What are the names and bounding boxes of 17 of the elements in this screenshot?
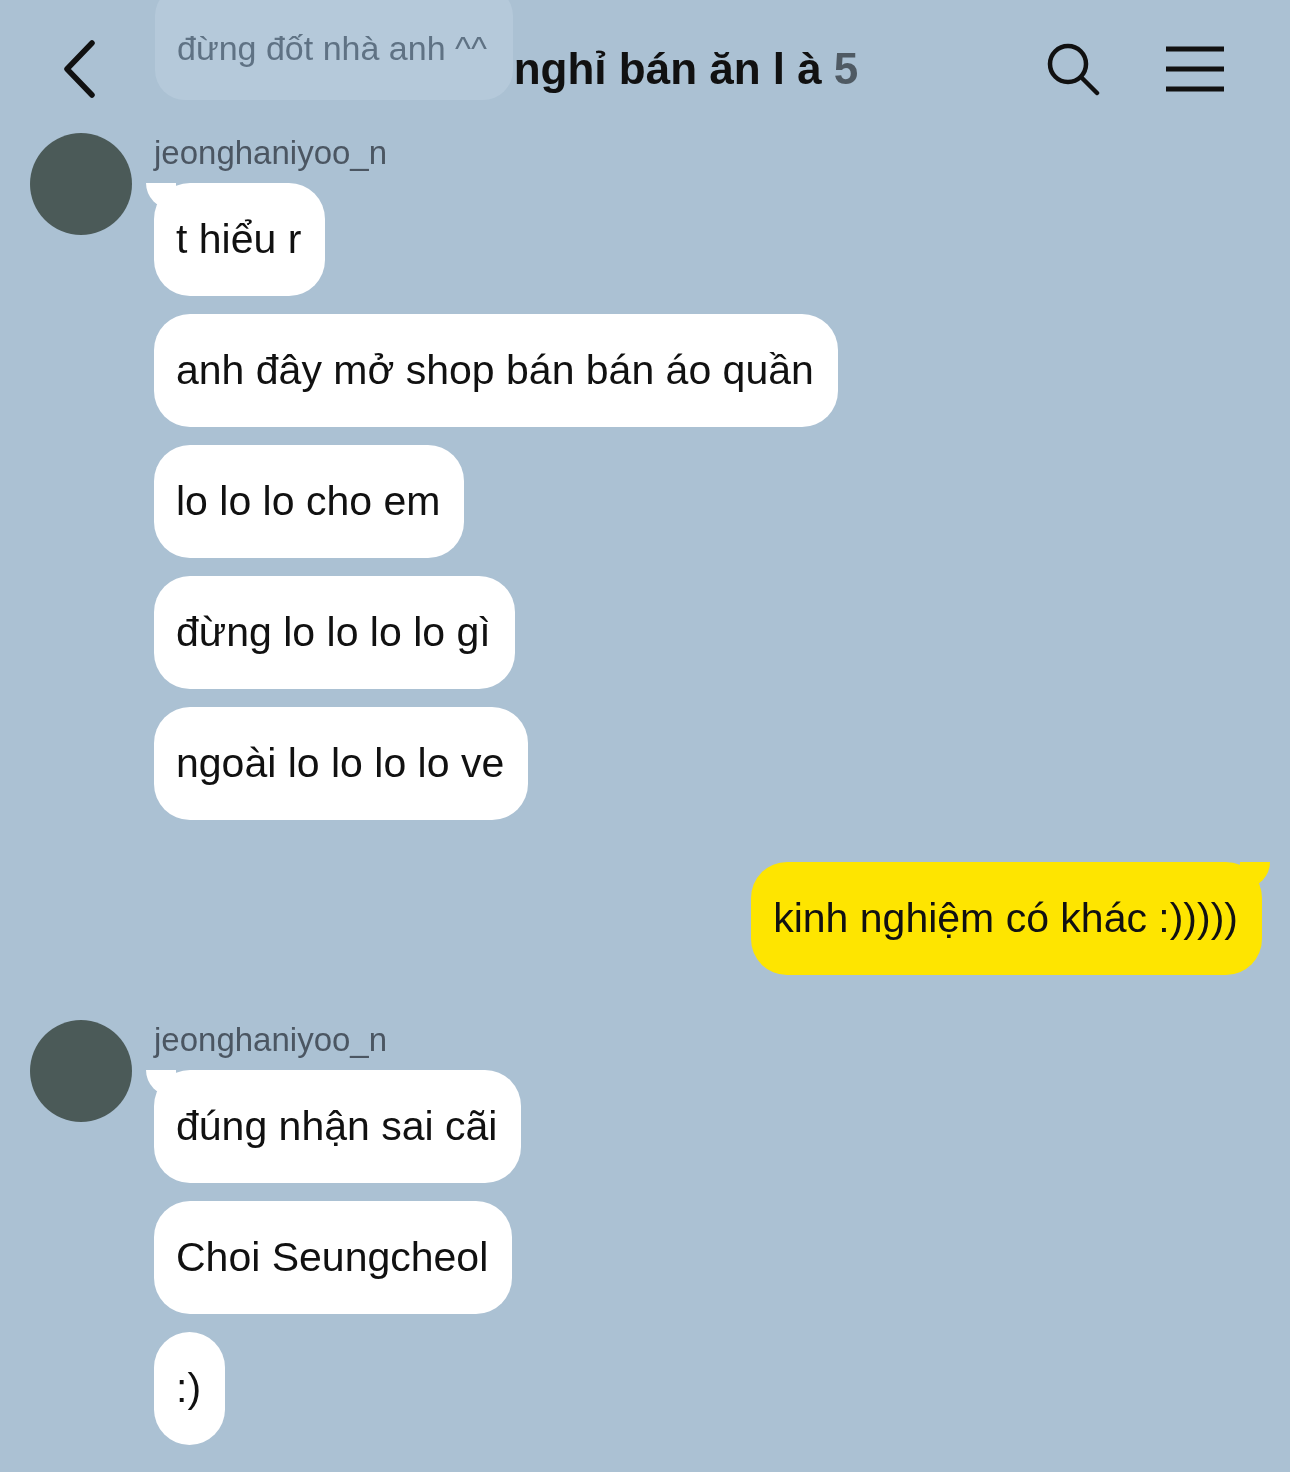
- message-bubble: lo lo lo cho em: [154, 445, 465, 558]
- message-bubble: đúng nhận sai cãi: [154, 1070, 522, 1183]
- message-bubble: đừng lo lo lo lo gì: [154, 576, 515, 689]
- back-icon[interactable]: [62, 40, 96, 98]
- message-bubble: anh đây mở shop bán bán áo quần: [154, 314, 838, 427]
- chat-title: nghỉ bán ăn l à: [513, 44, 822, 94]
- message-bubble: đừng đốt nhà anh ^^: [155, 0, 513, 100]
- message-bubble: Choi Seungcheol: [154, 1201, 513, 1314]
- member-count: 5: [833, 44, 859, 94]
- sender-name: jeonghaniyoo_n: [154, 135, 388, 171]
- message-bubble: kinh nghiệm có khác :))))): [751, 862, 1262, 975]
- message-bubble: ngoài lo lo lo lo ve: [154, 707, 529, 820]
- search-icon[interactable]: [1046, 42, 1100, 96]
- message-bubble: :): [154, 1332, 226, 1445]
- sender-name: jeonghaniyoo_n: [154, 1022, 388, 1058]
- message-bubble: t hiểu r: [154, 183, 326, 296]
- menu-icon[interactable]: [1164, 45, 1226, 93]
